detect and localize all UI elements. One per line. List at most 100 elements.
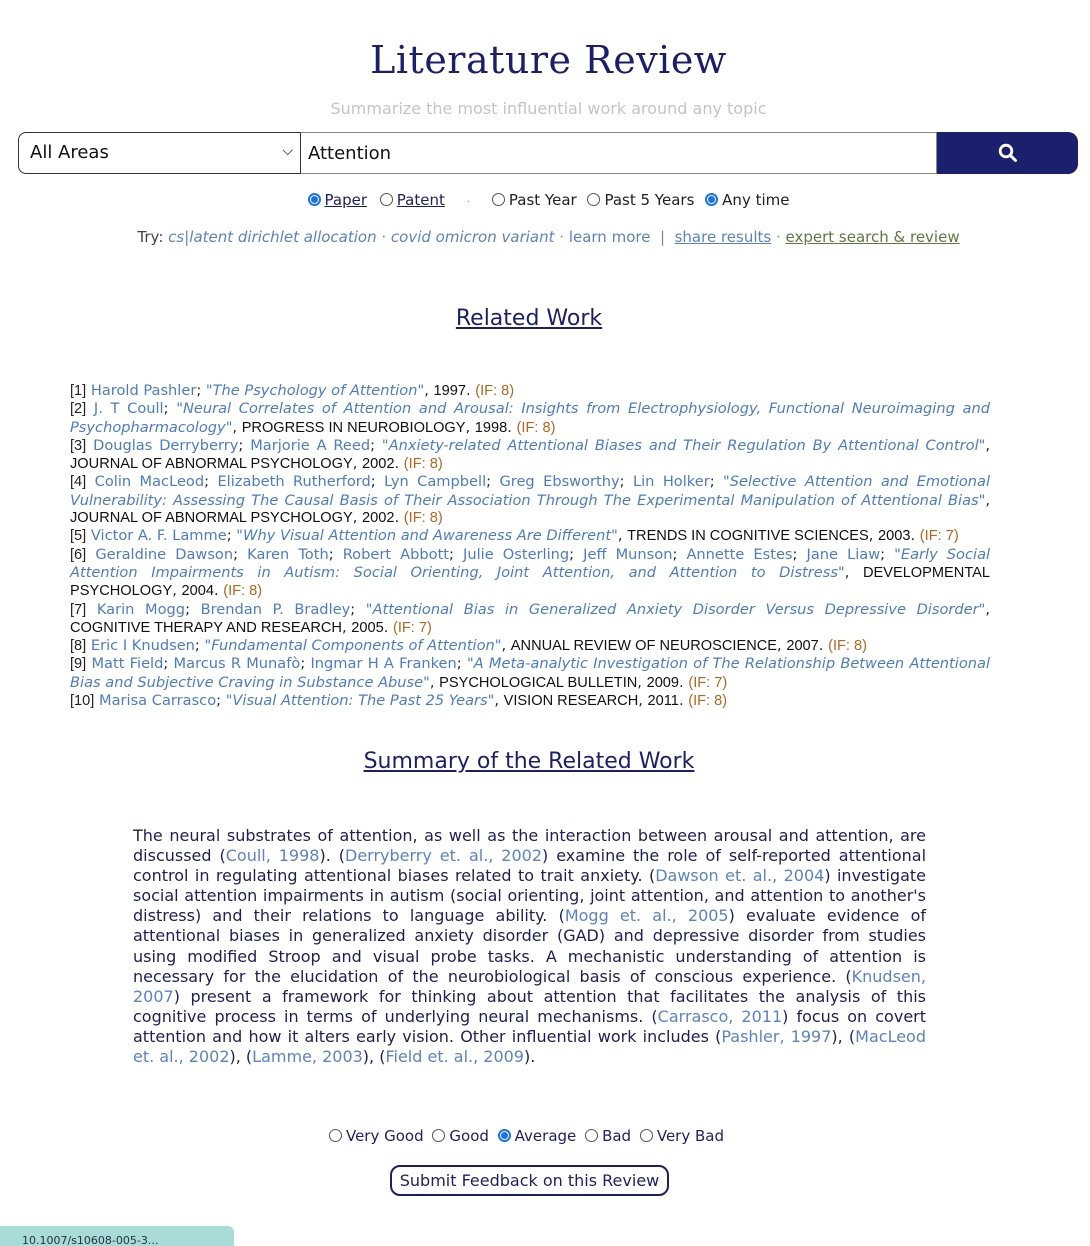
expert-search-link[interactable]: expert search & review xyxy=(786,228,960,246)
reference-number: [2] xyxy=(70,401,87,418)
citation-link[interactable]: Mogg et. al., 2005 xyxy=(565,906,729,925)
related-work-heading: Related Work xyxy=(455,306,603,331)
radio-indicator xyxy=(585,1129,599,1142)
filter-separator: · xyxy=(466,195,471,208)
author-link[interactable]: Marcus R Munafò xyxy=(174,655,301,672)
author-link[interactable]: Marjorie A Reed xyxy=(250,437,370,454)
summary-text-segment: ), ( xyxy=(362,1047,386,1067)
learn-more-link[interactable]: learn more xyxy=(569,228,651,246)
reference-journal: COGNITIVE THERAPY AND RESEARCH xyxy=(70,619,342,636)
suggestion-link[interactable]: covid omicron variant xyxy=(391,228,555,246)
author-link[interactable]: Lin Holker xyxy=(633,473,710,490)
author-link[interactable]: Julie Osterling xyxy=(463,546,569,563)
area-select[interactable]: All Areas ⌵ xyxy=(18,132,301,174)
radio-indicator xyxy=(307,193,321,206)
radio-past-year[interactable]: Past Year xyxy=(491,191,577,209)
radio-indicator xyxy=(587,193,601,206)
reference-year: 2005 xyxy=(351,619,384,636)
author-link[interactable]: Jeff Munson xyxy=(583,546,672,563)
reference-item: [7] Karin Mogg; Brendan P. Bradley; "Att… xyxy=(70,600,990,636)
feedback-option[interactable]: Very Good xyxy=(328,1127,424,1145)
author-link[interactable]: Marisa Carrasco xyxy=(99,692,216,709)
feedback-option[interactable]: Good xyxy=(432,1127,489,1145)
radio-paper[interactable]: Paper xyxy=(307,191,367,209)
reference-title-link[interactable]: "Fundamental Components of Attention" xyxy=(204,637,501,654)
reference-year: 2004 xyxy=(181,583,214,600)
author-link[interactable]: Elizabeth Rutherford xyxy=(217,473,370,490)
reference-title-link[interactable]: "Anxiety-related Attentional Biases and … xyxy=(382,437,985,454)
radio-indicator xyxy=(328,1129,342,1142)
author-link[interactable]: Douglas Derryberry xyxy=(93,437,238,454)
impact-factor-badge: (IF: 7) xyxy=(919,528,959,545)
dot-separator: · xyxy=(771,228,786,246)
dot-separator: · xyxy=(376,228,391,246)
author-link[interactable]: Jane Liaw xyxy=(807,546,881,563)
radio-indicator xyxy=(432,1129,446,1142)
search-button[interactable] xyxy=(937,132,1078,174)
author-link[interactable]: Harold Pashler xyxy=(91,382,196,399)
reference-title-link[interactable]: "Attentional Bias in Generalized Anxiety… xyxy=(366,601,986,618)
radio-paper-label: Paper xyxy=(324,191,367,209)
feedback-option[interactable]: Very Bad xyxy=(639,1127,725,1145)
impact-factor-badge: (IF: 7) xyxy=(688,674,728,691)
search-input[interactable] xyxy=(301,132,937,174)
summary-text-segment: ), ( xyxy=(229,1047,253,1067)
radio-any-time[interactable]: Any time xyxy=(701,191,789,209)
summary-text-segment: ). xyxy=(523,1047,536,1067)
author-link[interactable]: Geraldine Dawson xyxy=(95,546,233,563)
suggestion-link[interactable]: cs|latent dirichlet allocation xyxy=(168,228,376,246)
author-link[interactable]: Victor A. F. Lamme xyxy=(91,527,227,544)
reference-title-link[interactable]: "Why Visual Attention and Awareness Are … xyxy=(236,527,618,544)
author-link[interactable]: Eric I Knudsen xyxy=(91,637,195,654)
citation-link[interactable]: Field et. al., 2009 xyxy=(385,1047,524,1066)
author-link[interactable]: Matt Field xyxy=(91,655,163,672)
radio-past-year-label: Past Year xyxy=(508,191,577,209)
feedback-option[interactable]: Average xyxy=(497,1127,576,1145)
reference-item: [9] Matt Field; Marcus R Munafò; Ingmar … xyxy=(70,655,991,691)
submit-feedback-button[interactable]: Submit Feedback on this Review xyxy=(390,1165,669,1196)
feedback-option[interactable]: Bad xyxy=(585,1127,631,1145)
reference-year: 2002 xyxy=(362,456,395,473)
author-link[interactable]: Colin MacLeod xyxy=(95,473,204,490)
reference-item: [4] Colin MacLeod; Elizabeth Rutherford;… xyxy=(70,473,991,527)
chevron-down-icon: ⌵ xyxy=(282,143,293,159)
citation-link[interactable]: Pashler, 1997 xyxy=(721,1027,831,1046)
author-link[interactable]: Lyn Campbell xyxy=(384,473,486,490)
reference-list: [1] Harold Pashler; "The Psychology of A… xyxy=(70,382,990,710)
citation-link[interactable]: Coull, 1998 xyxy=(226,846,320,865)
radio-past-5-years-label: Past 5 Years xyxy=(604,191,695,209)
reference-title-link[interactable]: "Visual Attention: The Past 25 Years" xyxy=(226,692,495,709)
author-link[interactable]: Brendan P. Bradley xyxy=(201,601,351,618)
share-results-link[interactable]: share results xyxy=(675,228,772,246)
reference-journal: VISION RESEARCH xyxy=(503,693,639,710)
reference-number: [9] xyxy=(70,656,87,673)
citation-link[interactable]: Derryberry et. al., 2002 xyxy=(345,846,542,865)
reference-title-link[interactable]: "The Psychology of Attention" xyxy=(206,382,424,399)
radio-indicator xyxy=(379,193,393,206)
radio-patent[interactable]: Patent xyxy=(374,191,445,209)
author-link[interactable]: Annette Estes xyxy=(686,546,792,563)
feedback-option-label: Bad xyxy=(602,1127,632,1145)
reference-year: 2003 xyxy=(878,528,911,545)
author-link[interactable]: Greg Ebsworthy xyxy=(499,473,619,490)
author-link[interactable]: Ingmar H A Franken xyxy=(310,655,456,672)
radio-indicator xyxy=(491,193,505,206)
reference-number: [8] xyxy=(70,638,87,655)
author-link[interactable]: Karin Mogg xyxy=(97,601,185,618)
citation-link[interactable]: Carrasco, 2011 xyxy=(658,1007,782,1026)
reference-item: [8] Eric I Knudsen; "Fundamental Compone… xyxy=(70,637,867,655)
citation-link[interactable]: Lamme, 2003 xyxy=(252,1047,363,1066)
status-bar: 10.1007/s10608-005-3... xyxy=(0,1226,234,1246)
citation-link[interactable]: Dawson et. al., 2004 xyxy=(655,866,824,885)
author-link[interactable]: Karen Toth xyxy=(247,546,329,563)
radio-past-5-years[interactable]: Past 5 Years xyxy=(583,191,694,209)
reference-item: [2] J. T Coull; "Neural Correlates of At… xyxy=(70,400,990,436)
feedback-option-label: Very Bad xyxy=(656,1127,725,1145)
author-link[interactable]: J. T Coull xyxy=(94,400,164,417)
page-title: Literature Review xyxy=(370,38,727,82)
reference-number: [5] xyxy=(70,528,87,545)
feedback-option-label: Very Good xyxy=(345,1127,424,1145)
radio-any-time-label: Any time xyxy=(722,191,790,209)
author-link[interactable]: Robert Abbott xyxy=(343,546,449,563)
impact-factor-badge: (IF: 7) xyxy=(392,619,432,636)
